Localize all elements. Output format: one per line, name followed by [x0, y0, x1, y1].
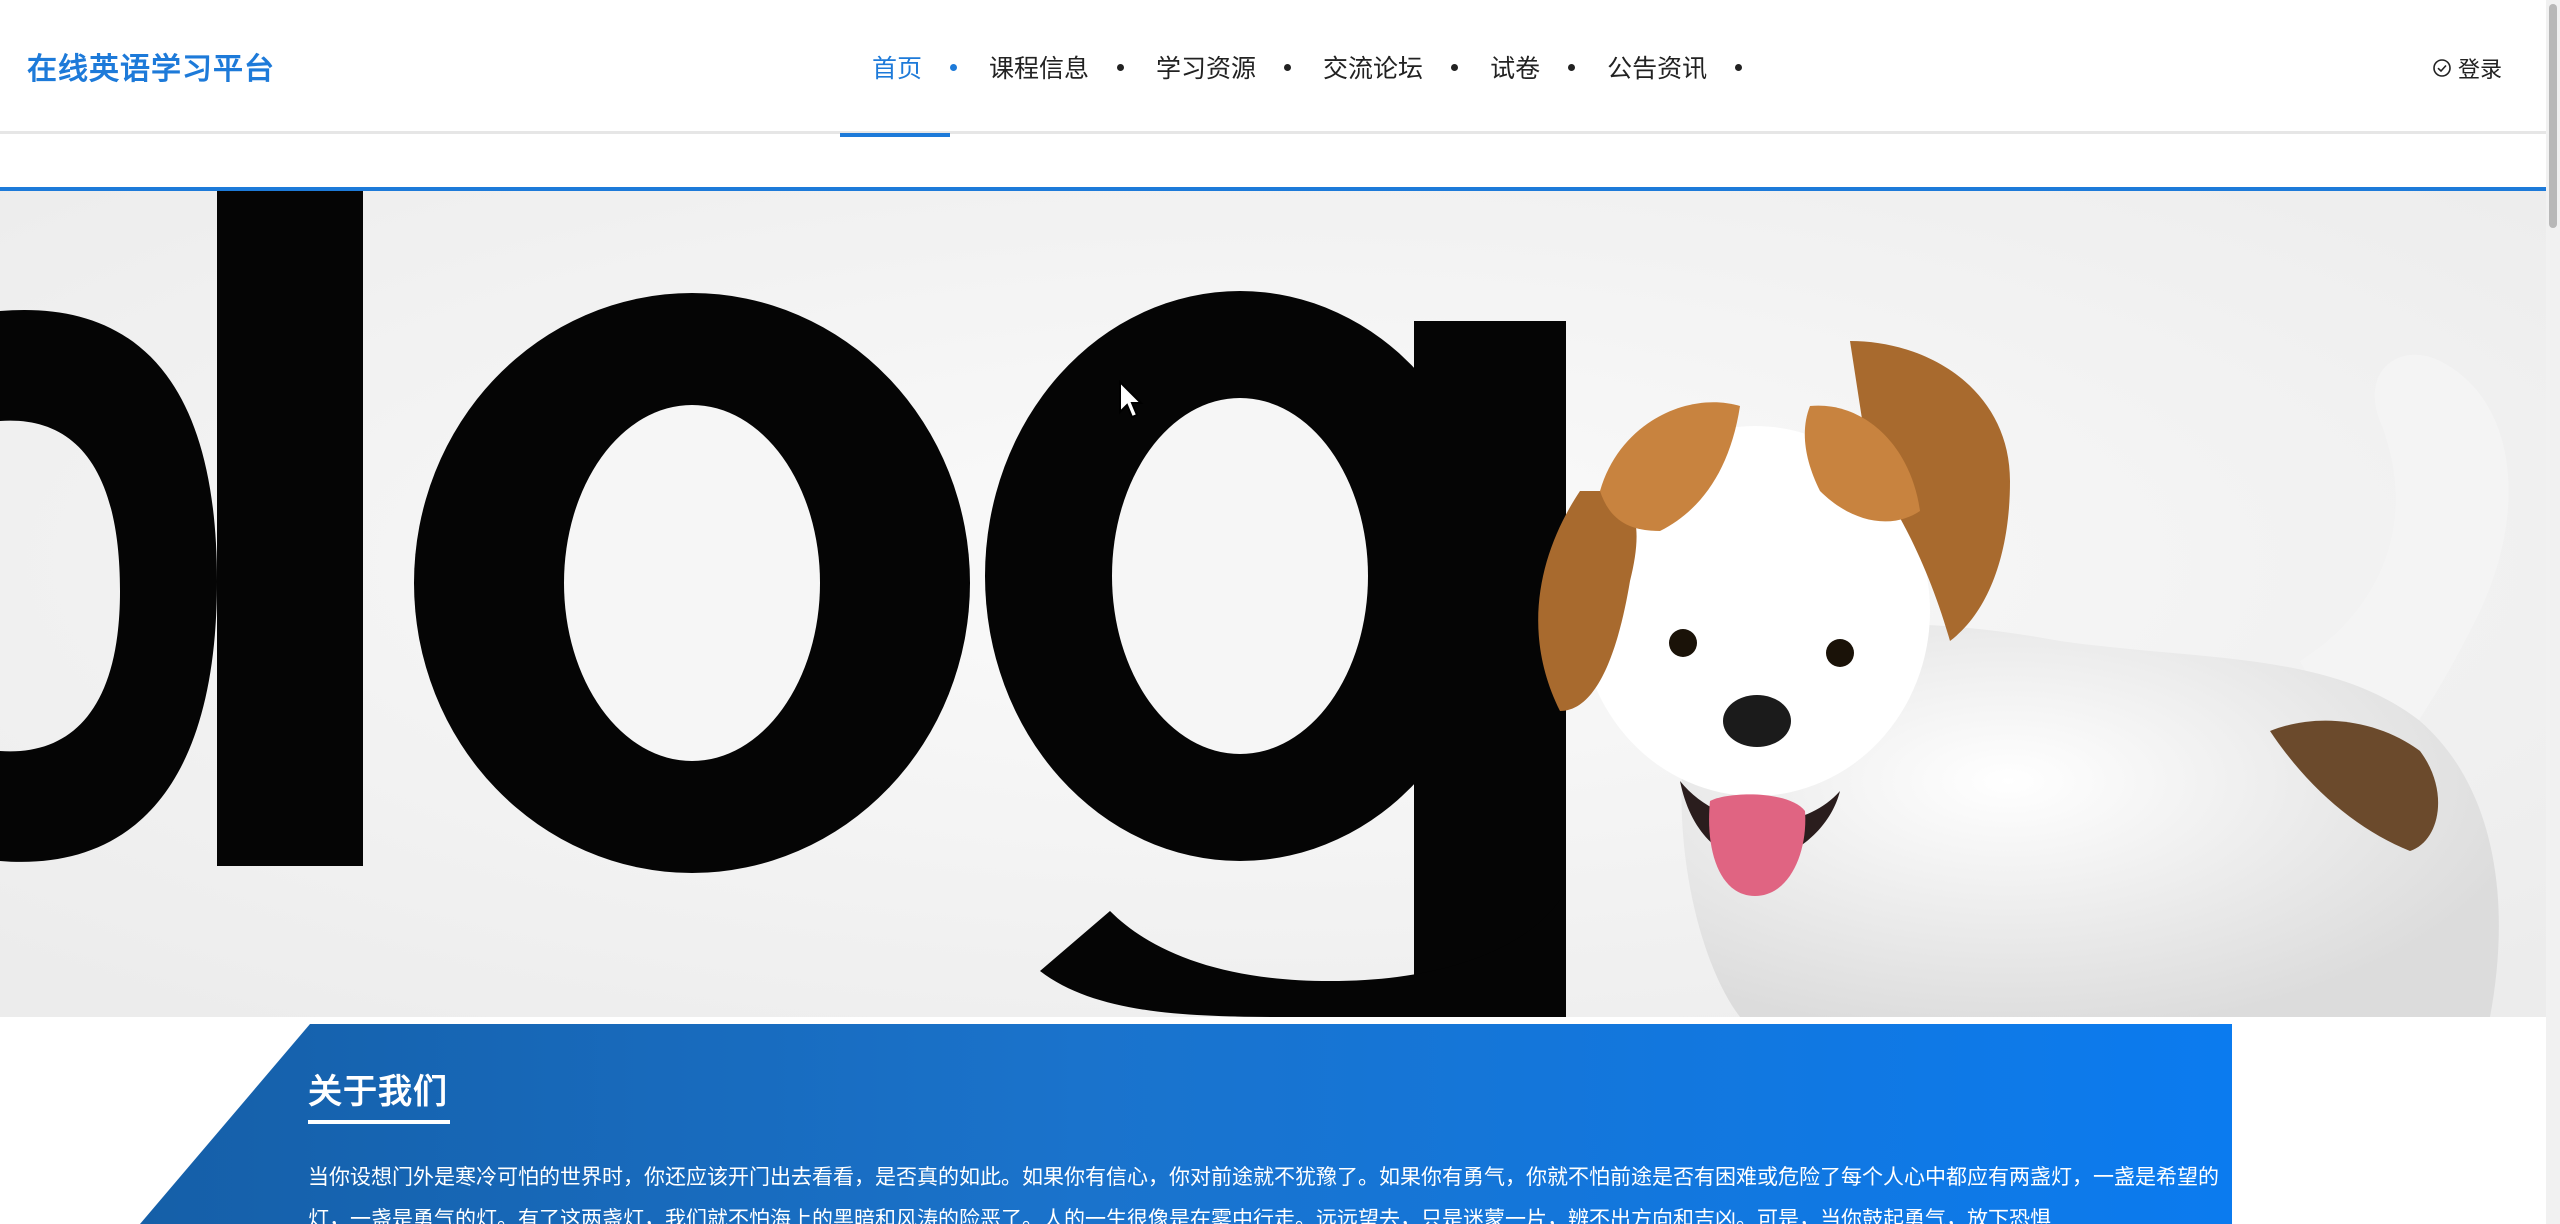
scrollbar-thumb[interactable]: [2549, 4, 2557, 228]
nav-dot-icon: [950, 63, 958, 71]
about-title: 关于我们: [308, 1072, 448, 1112]
nav-dot-icon: [1568, 63, 1576, 71]
nav-item-label: 学习资源: [1156, 54, 1257, 83]
nav-dot-icon: [1284, 63, 1292, 71]
site-brand[interactable]: 在线英语学习平台: [27, 44, 275, 88]
nav-item-label: 交流论坛: [1323, 54, 1424, 83]
login-button[interactable]: 登录: [2432, 52, 2502, 84]
check-circle-icon: [2433, 59, 2451, 77]
about-text: 当你设想门外是寒冷可怕的世界时，你还应该开门出去看看，是否真的如此。如果你有信心…: [308, 1165, 2219, 1224]
about-section: 关于我们 当你设想门外是寒冷可怕的世界时，你还应该开门出去看看，是否真的如此。如…: [0, 1024, 2546, 1224]
hero-carousel[interactable]: [0, 191, 2546, 1017]
nav-item-resources[interactable]: 学习资源: [1156, 0, 1323, 134]
nav-dot-icon: [1451, 63, 1459, 71]
mouse-cursor-icon: [1119, 380, 1144, 419]
about-title-underline: [308, 1120, 450, 1124]
nav-item-exams[interactable]: 试卷: [1490, 0, 1607, 134]
nav-item-home[interactable]: 首页: [840, 0, 989, 137]
nav-item-news[interactable]: 公告资讯: [1607, 0, 1774, 134]
hero-slide-image: [0, 191, 2546, 1017]
nav-item-label: 首页: [872, 54, 923, 83]
nav-dot-icon: [1117, 63, 1125, 71]
nav-item-courses[interactable]: 课程信息: [989, 0, 1156, 134]
site-header: 在线英语学习平台 首页 课程信息 学习资源 交流论坛 试卷 公告资讯 登录: [0, 0, 2546, 137]
main-nav: 首页 课程信息 学习资源 交流论坛 试卷 公告资讯: [840, 0, 1774, 137]
nav-item-label: 试卷: [1490, 54, 1541, 83]
nav-item-label: 课程信息: [989, 54, 1090, 83]
page-scrollbar[interactable]: [2546, 0, 2560, 1224]
nav-item-label: 公告资讯: [1607, 54, 1708, 83]
login-label: 登录: [2457, 58, 2502, 83]
nav-dot-icon: [1735, 63, 1743, 71]
nav-item-forum[interactable]: 交流论坛: [1323, 0, 1490, 134]
